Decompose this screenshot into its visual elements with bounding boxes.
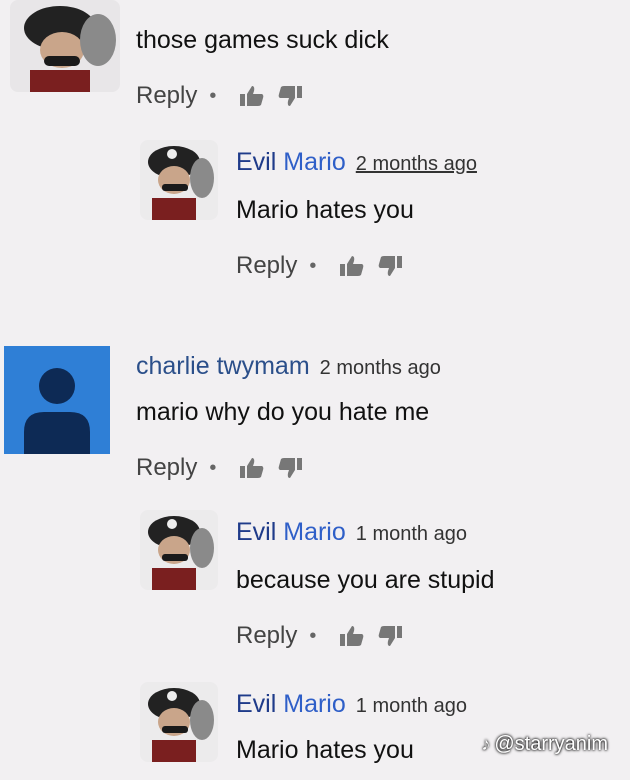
comment-text: Mario hates you (236, 736, 414, 764)
default-user-avatar[interactable] (4, 346, 110, 454)
separator-dot: • (309, 254, 317, 277)
comment-actions: Reply • (236, 252, 404, 280)
comment-actions: Reply • (236, 622, 404, 650)
thumbs-down-icon[interactable] (376, 624, 404, 648)
tiktok-watermark: ♪ @starryanim (481, 733, 608, 756)
thumbs-up-icon[interactable] (338, 624, 366, 648)
comment-text: Mario hates you (236, 196, 414, 224)
thumbs-down-icon[interactable] (376, 254, 404, 278)
evil-mario-avatar[interactable] (140, 510, 218, 590)
evil-mario-avatar[interactable] (140, 682, 218, 762)
timestamp-link[interactable]: 1 month ago (356, 695, 467, 717)
separator-dot: • (209, 456, 217, 479)
watermark-handle: @starryanim (494, 733, 608, 755)
reply-button[interactable]: Reply (236, 622, 297, 650)
thumbs-up-icon[interactable] (238, 456, 266, 480)
thumbs-up-icon[interactable] (338, 254, 366, 278)
timestamp-link[interactable]: 2 months ago (356, 153, 477, 175)
comment-header: charlie twymam 2 months ago (136, 352, 441, 381)
comment-actions: Reply • (136, 454, 304, 482)
comment-header: Evil Mario 1 month ago (236, 690, 467, 719)
separator-dot: • (209, 84, 217, 107)
separator-dot: • (309, 624, 317, 647)
thumbs-down-icon[interactable] (276, 84, 304, 108)
comment-text: mario why do you hate me (136, 398, 430, 426)
author-name[interactable]: charlie twymam (136, 352, 310, 380)
comment-header: Evil Mario 1 month ago (236, 518, 467, 547)
thumbs-up-icon[interactable] (238, 84, 266, 108)
reply-button[interactable]: Reply (136, 454, 197, 482)
comment-text: because you are stupid (236, 566, 495, 594)
thumbs-down-icon[interactable] (276, 456, 304, 480)
timestamp-link[interactable]: 2 months ago (320, 357, 441, 379)
evil-mario-avatar[interactable] (10, 0, 120, 92)
author-name[interactable]: Evil Mario (236, 148, 346, 176)
reply-button[interactable]: Reply (136, 82, 197, 110)
evil-mario-avatar[interactable] (140, 140, 218, 220)
author-name[interactable]: Evil Mario (236, 690, 346, 718)
comment-text: those games suck dick (136, 26, 389, 54)
timestamp-link[interactable]: 1 month ago (356, 523, 467, 545)
comment-header: Evil Mario 2 months ago (236, 148, 477, 177)
author-name[interactable]: Evil Mario (236, 518, 346, 546)
tiktok-icon: ♪ (481, 734, 491, 754)
reply-button[interactable]: Reply (236, 252, 297, 280)
comment-actions: Reply • (136, 82, 304, 110)
